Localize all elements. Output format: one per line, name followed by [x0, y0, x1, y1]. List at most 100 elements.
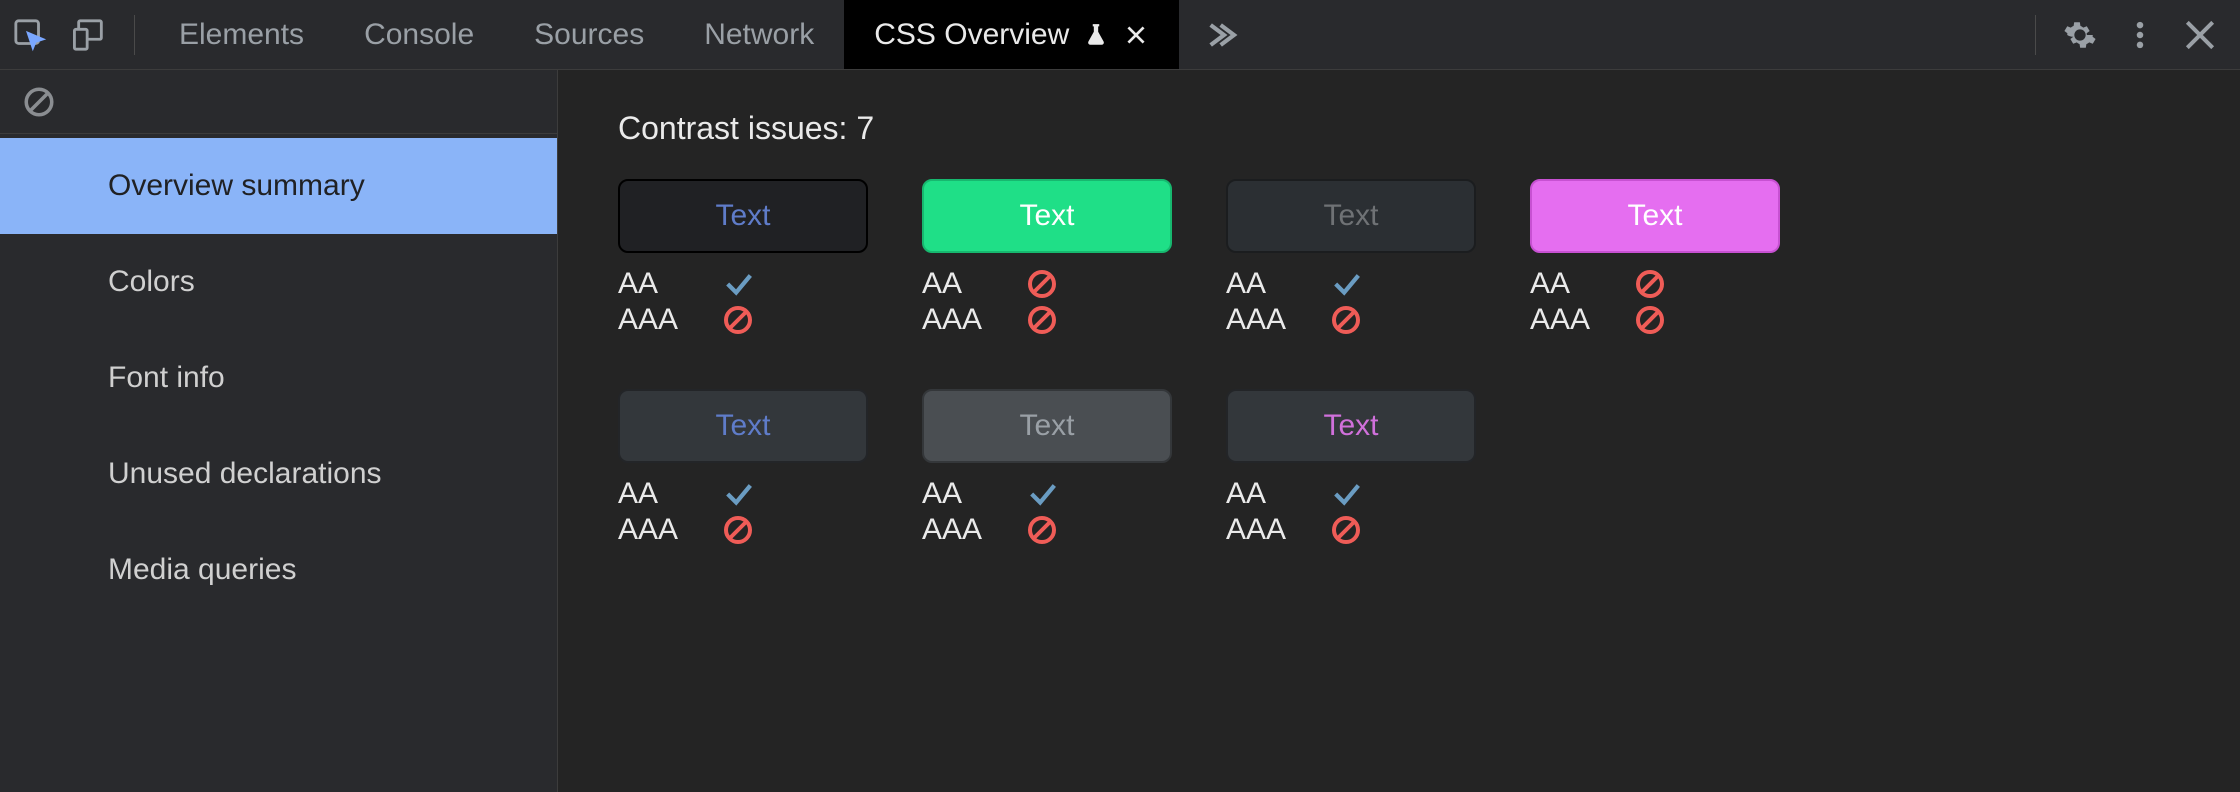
- tab-label: CSS Overview: [874, 18, 1069, 52]
- section-title: Contrast issues: 7: [618, 110, 2180, 147]
- color-swatch[interactable]: Text: [1226, 389, 1476, 463]
- contrast-row-aa: AA: [922, 477, 1172, 511]
- color-swatch[interactable]: Text: [1226, 179, 1476, 253]
- sidebar-item-unused-declarations[interactable]: Unused declarations: [0, 426, 557, 522]
- check-icon: [1026, 477, 1060, 511]
- contrast-row-aaa: AAA: [1226, 513, 1476, 547]
- fail-icon: [1634, 268, 1666, 300]
- sidebar-item-colors[interactable]: Colors: [0, 234, 557, 330]
- contrast-swatch-block: Text AAAAA: [618, 389, 868, 547]
- tab-label: Network: [704, 18, 814, 52]
- tab-elements[interactable]: Elements: [149, 0, 334, 69]
- tab-label: Console: [364, 18, 474, 52]
- contrast-row-aaa: AAA: [1226, 303, 1476, 337]
- fail-icon: [722, 514, 754, 546]
- color-swatch[interactable]: Text: [922, 389, 1172, 463]
- aa-label: AA: [1226, 477, 1304, 511]
- contrast-swatch-block: Text AAAAA: [922, 389, 1172, 547]
- close-devtools-button[interactable]: [2170, 5, 2230, 65]
- fail-icon: [1026, 268, 1058, 300]
- tab-network[interactable]: Network: [674, 0, 844, 69]
- color-swatch[interactable]: Text: [1530, 179, 1780, 253]
- contrast-rows: AAAAA: [618, 267, 868, 337]
- color-swatch[interactable]: Text: [922, 179, 1172, 253]
- fail-icon: [722, 304, 754, 336]
- content-panel: Contrast issues: 7 TextAAAAATextAAAAATex…: [558, 70, 2240, 792]
- tabbar-right-tools: [2021, 0, 2230, 69]
- contrast-rows: AAAAA: [922, 267, 1172, 337]
- aa-label: AA: [1226, 267, 1304, 301]
- aaa-label: AAA: [1226, 303, 1304, 337]
- clear-icon[interactable]: [22, 85, 56, 119]
- tab-css-overview[interactable]: CSS Overview: [844, 0, 1179, 69]
- contrast-rows: AAAAA: [1226, 267, 1476, 337]
- kebab-menu-button[interactable]: [2110, 5, 2170, 65]
- aaa-label: AAA: [618, 513, 696, 547]
- tabbar-left-tools: [0, 0, 149, 69]
- tab-list: Elements Console Sources Network CSS Ove…: [149, 0, 1259, 69]
- aaa-label: AAA: [1530, 303, 1608, 337]
- contrast-row-aaa: AAA: [922, 303, 1172, 337]
- tab-console[interactable]: Console: [334, 0, 504, 69]
- sidebar-item-font-info[interactable]: Font info: [0, 330, 557, 426]
- contrast-swatch-grid: TextAAAAATextAAAAATextAAAAATextAAAAAText…: [618, 179, 1918, 547]
- contrast-row-aaa: AAA: [1530, 303, 1780, 337]
- check-icon: [722, 267, 756, 301]
- contrast-swatch-block: Text AAAAA: [1226, 389, 1476, 547]
- main-area: Overview summary Colors Font info Unused…: [0, 70, 2240, 792]
- fail-icon: [1634, 304, 1666, 336]
- aa-label: AA: [618, 477, 696, 511]
- color-swatch[interactable]: Text: [618, 389, 868, 463]
- sidebar-item-label: Unused declarations: [108, 457, 382, 491]
- tab-sources[interactable]: Sources: [504, 0, 674, 69]
- contrast-rows: AAAAA: [618, 477, 868, 547]
- contrast-row-aa: AA: [1226, 477, 1476, 511]
- contrast-row-aa: AA: [922, 267, 1172, 301]
- sidebar-list: Overview summary Colors Font info Unused…: [0, 134, 557, 618]
- aaa-label: AAA: [618, 303, 696, 337]
- aaa-label: AAA: [922, 303, 1000, 337]
- contrast-swatch-block: Text AAAAA: [1226, 179, 1476, 337]
- devtools-tabbar: Elements Console Sources Network CSS Ove…: [0, 0, 2240, 70]
- check-icon: [1330, 267, 1364, 301]
- color-swatch[interactable]: Text: [618, 179, 868, 253]
- contrast-row-aa: AA: [1530, 267, 1780, 301]
- contrast-rows: AAAAA: [1226, 477, 1476, 547]
- sidebar-item-label: Font info: [108, 361, 225, 395]
- fail-icon: [1330, 514, 1362, 546]
- beaker-icon: [1083, 22, 1109, 48]
- contrast-swatch-block: Text AAAAA: [922, 179, 1172, 337]
- sidebar-toolbar: [0, 70, 557, 134]
- sidebar: Overview summary Colors Font info Unused…: [0, 70, 558, 792]
- contrast-swatch-block: Text AAAAA: [618, 179, 868, 337]
- aa-label: AA: [922, 267, 1000, 301]
- aaa-label: AAA: [922, 513, 1000, 547]
- contrast-row-aa: AA: [618, 267, 868, 301]
- divider: [2035, 15, 2036, 55]
- sidebar-item-label: Overview summary: [108, 169, 365, 203]
- contrast-row-aa: AA: [1226, 267, 1476, 301]
- contrast-row-aaa: AAA: [618, 303, 868, 337]
- more-tabs-button[interactable]: [1179, 0, 1259, 69]
- contrast-rows: AAAAA: [922, 477, 1172, 547]
- divider: [134, 15, 135, 55]
- aa-label: AA: [618, 267, 696, 301]
- device-toolbar-button[interactable]: [60, 5, 120, 65]
- aa-label: AA: [922, 477, 1000, 511]
- contrast-row-aaa: AAA: [618, 513, 868, 547]
- inspect-element-button[interactable]: [0, 5, 60, 65]
- aaa-label: AAA: [1226, 513, 1304, 547]
- contrast-row-aaa: AAA: [922, 513, 1172, 547]
- settings-button[interactable]: [2050, 5, 2110, 65]
- tab-label: Sources: [534, 18, 644, 52]
- sidebar-item-media-queries[interactable]: Media queries: [0, 522, 557, 618]
- fail-icon: [1026, 514, 1058, 546]
- check-icon: [722, 477, 756, 511]
- contrast-rows: AAAAA: [1530, 267, 1780, 337]
- fail-icon: [1026, 304, 1058, 336]
- check-icon: [1330, 477, 1364, 511]
- contrast-swatch-block: Text AAAAA: [1530, 179, 1780, 337]
- aa-label: AA: [1530, 267, 1608, 301]
- sidebar-item-overview-summary[interactable]: Overview summary: [0, 138, 557, 234]
- close-tab-button[interactable]: [1123, 22, 1149, 48]
